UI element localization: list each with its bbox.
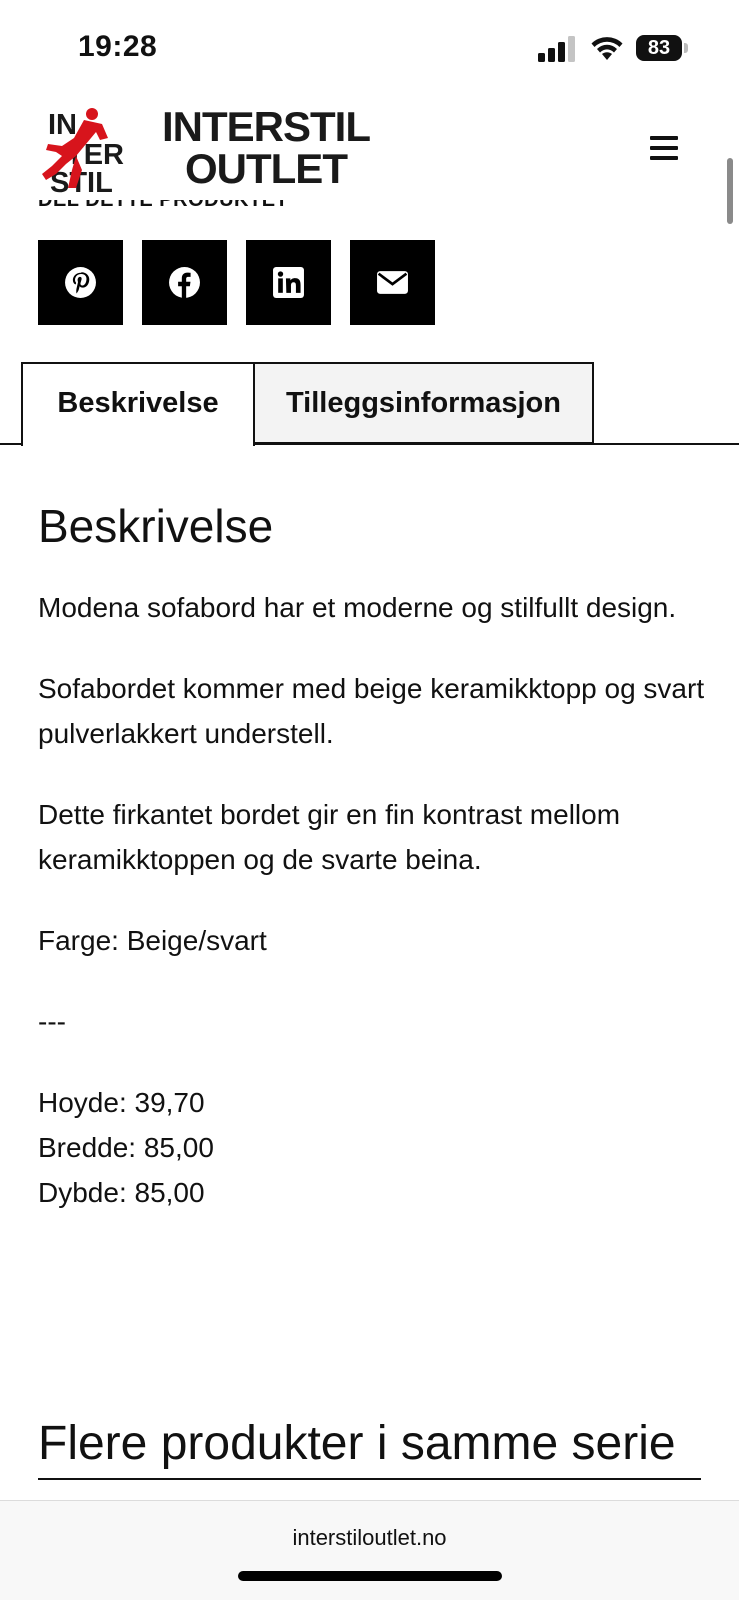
- status-time: 19:28: [78, 30, 158, 63]
- signal-icon: [538, 36, 575, 62]
- tab-tilleggsinformasjon[interactable]: Tilleggsinformasjon: [253, 362, 594, 444]
- description-paragraph: Modena sofabord har et moderne og stilfu…: [38, 592, 677, 623]
- home-indicator[interactable]: [238, 1571, 502, 1581]
- dimension-height: Hoyde: 39,70: [38, 1087, 205, 1118]
- status-bar: 19:28 83: [0, 0, 739, 100]
- battery-icon: 83: [636, 35, 688, 63]
- share-facebook-button[interactable]: [142, 240, 227, 325]
- more-products-heading: Flere produkter i samme serie: [38, 1417, 676, 1470]
- browser-address-bar[interactable]: interstiloutlet.no: [0, 1500, 739, 1600]
- share-pinterest-button[interactable]: [38, 240, 123, 325]
- facebook-icon: [169, 267, 200, 298]
- battery-level: 83: [636, 35, 682, 61]
- product-tabs: Beskrivelse Tilleggsinformasjon: [0, 362, 739, 446]
- dimension-depth: Dybde: 85,00: [38, 1177, 205, 1208]
- description-paragraph: Dette firkantet bordet gir en fin kontra…: [38, 799, 621, 875]
- site-header: IN TER STIL INTERSTIL OUTLET: [0, 100, 739, 200]
- page-scrollbar[interactable]: [727, 158, 733, 224]
- color-info: Farge: Beige/svart: [38, 925, 267, 956]
- svg-text:IN: IN: [48, 109, 77, 141]
- linkedin-icon: [273, 267, 304, 298]
- logo-line-2: OUTLET: [185, 145, 348, 192]
- hamburger-menu-icon[interactable]: [650, 136, 684, 164]
- wifi-icon: [591, 37, 623, 60]
- share-label: DEL DETTE PRODUKTET: [38, 198, 289, 211]
- battery-tip: [684, 43, 688, 53]
- description-paragraph: Sofabordet kommer med beige keramikktopp…: [38, 673, 705, 749]
- site-logo[interactable]: IN TER STIL INTERSTIL OUTLET: [36, 104, 386, 196]
- description-body: Modena sofabord har et moderne og stilfu…: [38, 585, 708, 1215]
- share-email-button[interactable]: [350, 240, 435, 325]
- tab-beskrivelse[interactable]: Beskrivelse: [21, 362, 255, 446]
- description-heading: Beskrivelse: [38, 500, 274, 552]
- logo-line-1: INTERSTIL: [162, 103, 371, 150]
- dimension-width: Bredde: 85,00: [38, 1132, 214, 1163]
- logo-mark-icon: IN TER STIL: [42, 108, 124, 196]
- separator-text: ---: [38, 1006, 66, 1037]
- pinterest-icon: [65, 267, 96, 298]
- share-linkedin-button[interactable]: [246, 240, 331, 325]
- heading-underline: [38, 1478, 701, 1480]
- logo-wordmark: INTERSTIL OUTLET: [146, 106, 386, 190]
- url-text[interactable]: interstiloutlet.no: [0, 1525, 739, 1551]
- email-icon: [377, 271, 408, 294]
